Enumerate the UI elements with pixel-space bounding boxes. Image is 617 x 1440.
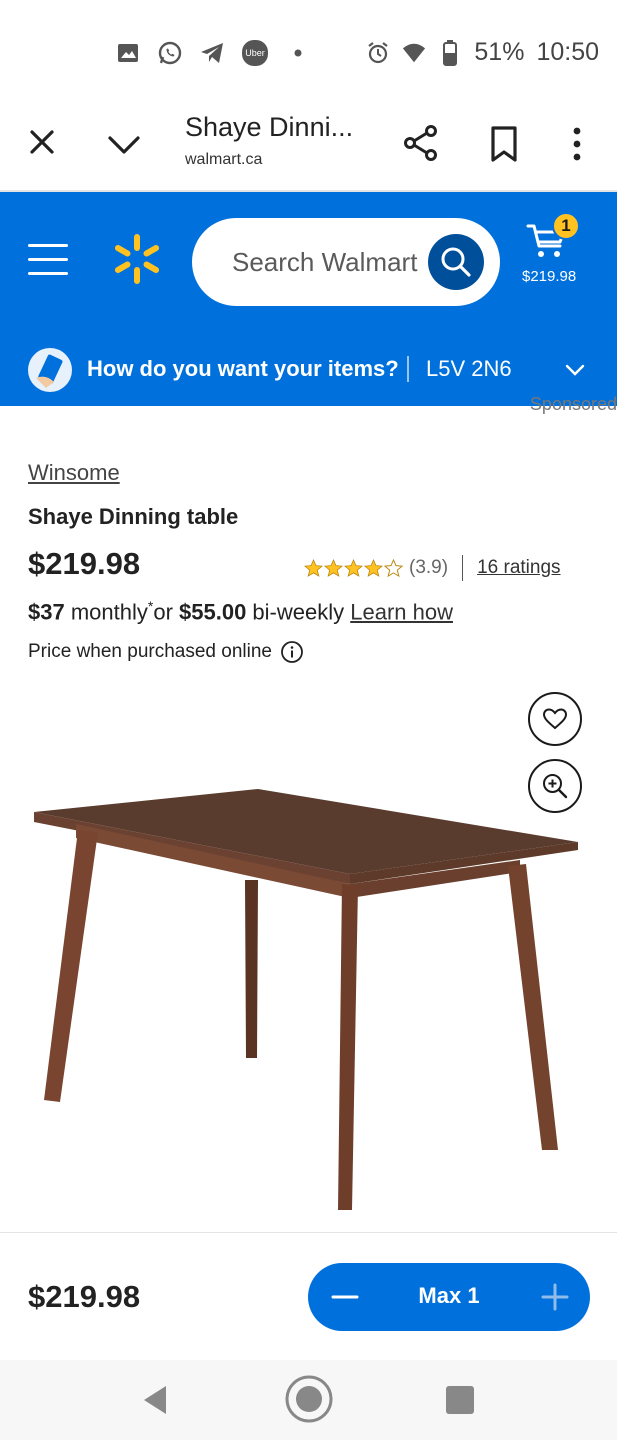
home-button[interactable] [284, 1374, 334, 1424]
page-title-block[interactable]: Shaye Dinni... walmart.ca [185, 112, 353, 169]
home-circle-icon [285, 1375, 333, 1423]
more-options-button[interactable] [566, 124, 588, 164]
page-domain: walmart.ca [185, 151, 263, 168]
bookmark-icon [491, 126, 517, 162]
product-title: Shaye Dinning table [28, 504, 239, 529]
uber-icon: Uber [242, 40, 268, 66]
minus-icon [331, 1295, 359, 1299]
favorite-button[interactable] [528, 692, 582, 746]
hamburger-line [28, 244, 68, 247]
biweekly-amount: $55.00 [179, 599, 247, 625]
battery-percent: 51% [474, 38, 525, 66]
divider [462, 555, 464, 581]
star-empty-icon [384, 558, 403, 577]
divider [407, 356, 409, 382]
walmart-spark-logo[interactable] [110, 232, 164, 286]
search-bar[interactable] [192, 218, 500, 306]
share-icon [404, 125, 437, 161]
back-triangle-icon [144, 1386, 166, 1414]
spark-icon [114, 234, 160, 284]
dot-icon [286, 41, 310, 65]
rating-value: (3.9) [409, 557, 449, 578]
fulfillment-selector[interactable]: How do you want your items? L5V 2N6 [0, 340, 617, 404]
sponsored-label: Sponsored [529, 394, 617, 414]
cart-total: $219.98 [522, 268, 577, 285]
chevron-down-icon [565, 364, 585, 376]
search-icon [441, 247, 471, 277]
biweekly-suffix: bi-weekly [246, 599, 351, 625]
search-button[interactable] [428, 234, 484, 290]
close-tab-button[interactable] [24, 124, 60, 160]
alarm-icon [366, 41, 390, 65]
price-note-text: Price when purchased online [28, 641, 272, 662]
info-icon[interactable] [280, 640, 304, 664]
star-filled-icon [364, 558, 383, 577]
minimize-button[interactable] [104, 126, 144, 162]
status-bar: Uber 51% 10:50 [0, 0, 617, 108]
battery-icon [438, 39, 462, 66]
clock: 10:50 [536, 38, 599, 66]
system-icons: 51% 10:50 [366, 38, 599, 67]
heart-icon [542, 708, 568, 730]
rating-summary[interactable]: (3.9) 16 ratings [304, 555, 561, 581]
browser-toolbar: Shaye Dinni... walmart.ca [0, 108, 617, 192]
fulfillment-prompt: How do you want your items? [87, 356, 399, 381]
quantity-stepper: Max 1 [308, 1263, 590, 1331]
product-price: $219.98 [28, 546, 141, 581]
sticky-cart-bar: $219.98 Max 1 [0, 1232, 617, 1360]
cart-count-badge: 1 [552, 212, 580, 240]
hamburger-line [28, 272, 68, 275]
price-note: Price when purchased online [28, 640, 304, 664]
close-icon [30, 130, 54, 154]
hamburger-line [28, 258, 68, 261]
plus-icon [541, 1283, 569, 1311]
image-icon [116, 41, 140, 65]
star-filled-icon [324, 558, 343, 577]
search-input[interactable] [232, 242, 432, 282]
site-header: 1 $219.98 How do you want your items? L5… [0, 192, 617, 406]
learn-how-link[interactable]: Learn how [350, 599, 453, 624]
monthly-suffix: monthly [64, 599, 148, 625]
back-button[interactable] [138, 1382, 172, 1418]
menu-button[interactable] [28, 244, 68, 278]
whatsapp-icon [158, 41, 182, 65]
financing-info: $37 monthly*or $55.00 bi-weekly Learn ho… [28, 598, 453, 625]
brand-link[interactable]: Winsome [28, 460, 120, 486]
increase-quantity-button[interactable] [538, 1281, 572, 1313]
star-filled-icon [304, 558, 323, 577]
bookmark-button[interactable] [488, 124, 520, 164]
or-text: or [153, 599, 180, 625]
ratings-count-link[interactable]: 16 ratings [477, 557, 560, 579]
delivery-phone-icon [28, 348, 72, 392]
more-vertical-icon [573, 127, 581, 161]
chevron-down-icon [108, 136, 140, 154]
wifi-icon [402, 41, 426, 65]
postal-code: L5V 2N6 [426, 356, 512, 381]
notification-icons: Uber [116, 40, 310, 66]
share-button[interactable] [402, 124, 440, 162]
telegram-icon [200, 41, 224, 65]
cart-button[interactable]: 1 $219.98 [520, 212, 610, 292]
decrease-quantity-button[interactable] [328, 1281, 362, 1313]
monthly-amount: $37 [28, 599, 65, 625]
system-nav-bar [0, 1360, 617, 1440]
recents-button[interactable] [446, 1386, 474, 1414]
product-image[interactable] [20, 780, 590, 1220]
star-filled-icon [344, 558, 363, 577]
sticky-price: $219.98 [28, 1279, 141, 1314]
page-title: Shaye Dinni... [185, 112, 354, 142]
star-rating [304, 558, 403, 578]
quantity-label: Max 1 [418, 1283, 480, 1308]
